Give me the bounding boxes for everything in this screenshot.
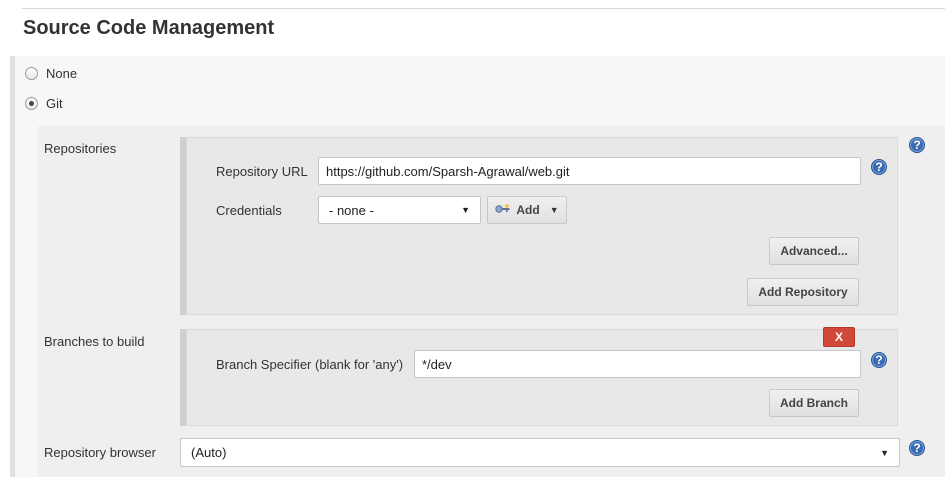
repository-browser-select[interactable]: (Auto) ▼: [180, 438, 900, 467]
none-label: None: [46, 66, 78, 81]
branches-label: Branches to build: [44, 334, 145, 349]
repository-url-input[interactable]: https://github.com/Sparsh-Agrawal/web.gi…: [318, 157, 861, 185]
section-divider: [22, 8, 945, 9]
repository-browser-help-icon[interactable]: ?: [909, 440, 925, 456]
credentials-value: - none -: [329, 202, 374, 218]
credentials-label: Credentials: [216, 203, 282, 218]
scm-option-none[interactable]: None: [25, 66, 77, 81]
dropdown-caret-icon: ▼: [549, 205, 559, 215]
section-indent-bar: [10, 56, 15, 477]
key-icon: [495, 203, 511, 217]
branch-specifier-help-icon[interactable]: ?: [871, 352, 887, 368]
repositories-help-icon[interactable]: ?: [909, 137, 925, 153]
repository-url-label: Repository URL: [216, 164, 308, 179]
chevron-down-icon: ▼: [461, 205, 470, 215]
add-repository-button[interactable]: Add Repository: [747, 278, 859, 306]
git-label: Git: [46, 96, 63, 111]
git-panel-indent: [16, 126, 38, 477]
scm-option-git[interactable]: Git: [25, 96, 63, 111]
git-radio[interactable]: [25, 97, 38, 110]
delete-branch-button[interactable]: X: [823, 327, 855, 347]
add-credentials-label: Add: [516, 203, 540, 217]
add-credentials-button[interactable]: Add ▼: [487, 196, 567, 224]
add-branch-button[interactable]: Add Branch: [769, 389, 859, 417]
credentials-select[interactable]: - none - ▼: [318, 196, 481, 224]
chevron-down-icon: ▼: [880, 447, 889, 458]
repository-url-help-icon[interactable]: ?: [871, 159, 887, 175]
branch-specifier-label: Branch Specifier (blank for 'any'): [216, 357, 404, 372]
section-title: Source Code Management: [23, 17, 275, 39]
branch-specifier-input[interactable]: */dev: [414, 350, 861, 378]
repository-browser-label: Repository browser: [44, 445, 156, 460]
none-radio[interactable]: [25, 67, 38, 80]
repositories-label: Repositories: [44, 141, 117, 156]
repository-browser-value: (Auto): [191, 445, 227, 460]
advanced-button[interactable]: Advanced...: [769, 237, 859, 265]
